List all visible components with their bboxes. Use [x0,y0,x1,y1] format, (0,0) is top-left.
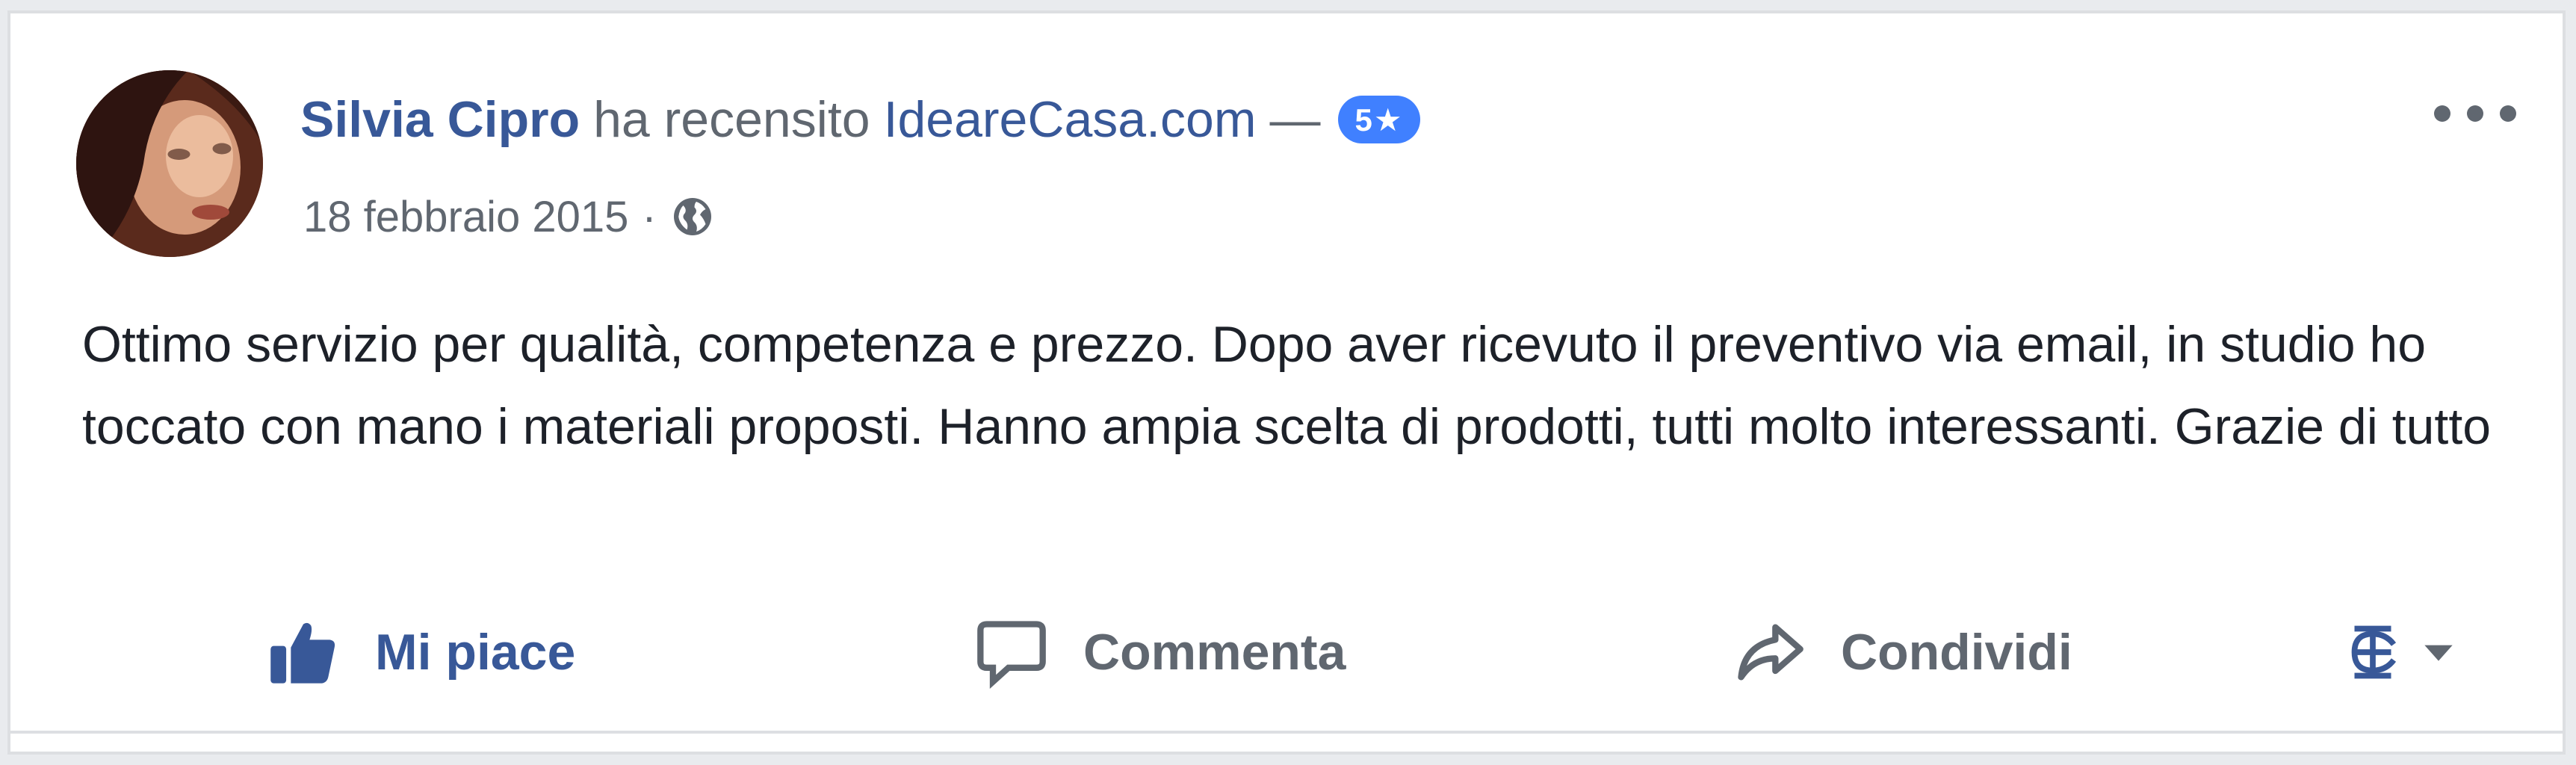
page-selector-dropdown[interactable] [2341,596,2473,708]
share-label: Condividi [1841,624,2072,681]
more-options-icon[interactable] [2434,97,2516,130]
like-button[interactable]: Mi piace [266,596,575,708]
post-body: Ottimo servizio per qualità, competenza … [82,316,2492,455]
bottom-divider [10,731,2563,734]
share-arrow-icon [1738,624,1803,681]
action-text: ha recensito [593,91,870,148]
avatar[interactable] [76,70,263,257]
globe-icon[interactable] [670,194,715,239]
comment-icon [977,621,1046,689]
rating-badge[interactable]: 5★ [1338,96,1420,143]
page-logo-icon [2351,625,2397,679]
like-label: Mi piace [375,624,576,681]
meta-separator: · [642,192,657,241]
post-header: Silvia Cipro ha recensito IdeareCasa.com… [300,88,1420,151]
chevron-down-icon [2424,645,2453,661]
review-post-card: Silvia Cipro ha recensito IdeareCasa.com… [7,10,2566,755]
post-meta: 18 febbraio 2015 · [303,187,715,247]
post-date[interactable]: 18 febbraio 2015 [303,192,628,242]
action-bar: Mi piace Commenta Condividi [10,596,2563,708]
share-button[interactable]: Condividi [1732,596,2072,708]
page-link[interactable]: IdeareCasa.com [884,90,1257,149]
author-name[interactable]: Silvia Cipro [300,90,580,149]
comment-button[interactable]: Commenta [974,596,1346,708]
dash-separator: — [1269,91,1321,148]
comment-label: Commenta [1083,624,1346,681]
avatar-photo [76,70,263,257]
thumbs-up-icon [270,622,335,684]
